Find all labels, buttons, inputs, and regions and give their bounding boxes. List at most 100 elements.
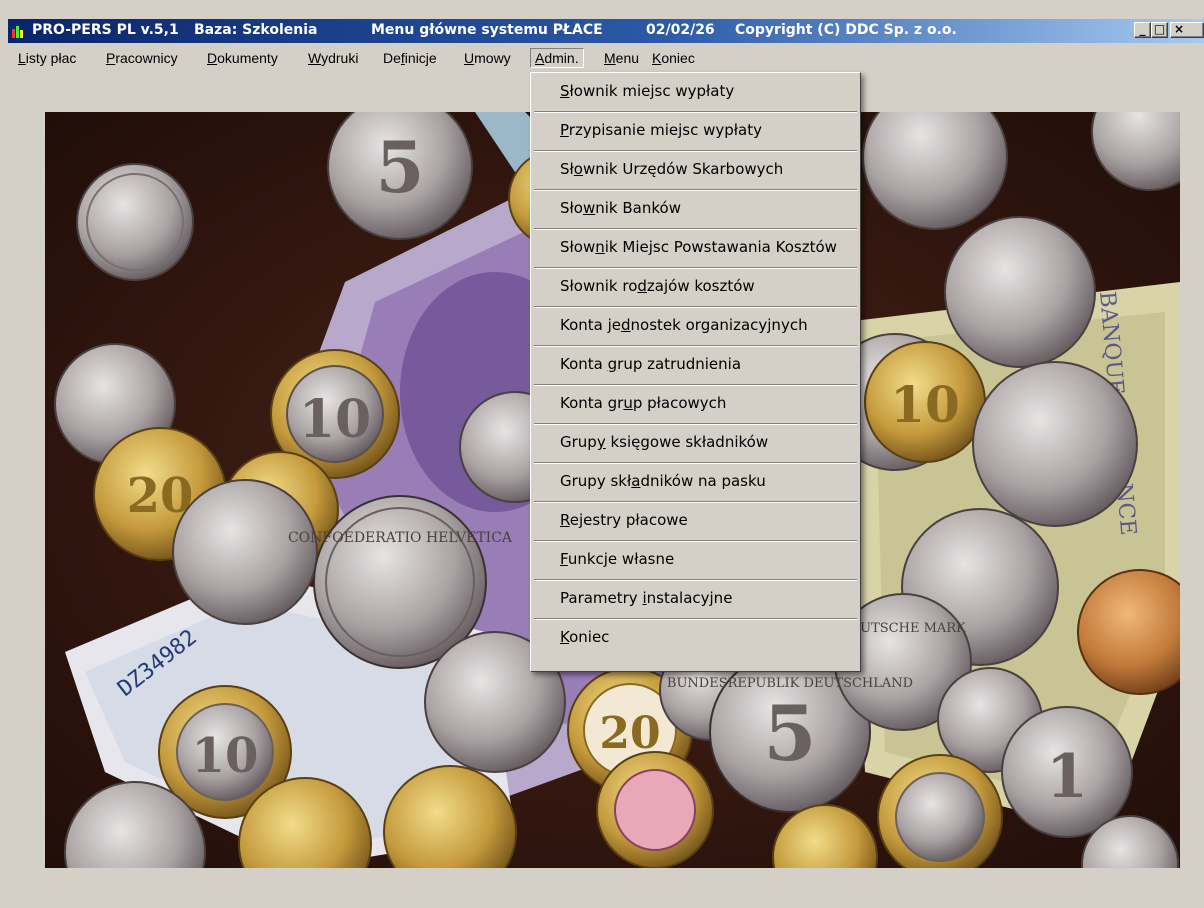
menu-label-suffix: inicje	[404, 50, 437, 66]
svg-text:10: 10	[192, 728, 259, 784]
copyright-text: Copyright (C) DDC Sp. z o.o.	[735, 22, 957, 38]
menu-menu[interactable]: Menu	[600, 48, 643, 68]
menu-accelerator: D	[207, 50, 218, 66]
svg-text:5: 5	[764, 689, 817, 778]
close-icon: ×	[1174, 22, 1185, 36]
option-label-suffix: wnik Urzędów Skarbowych	[582, 160, 784, 178]
option-label-suffix: rup zatrudnienia	[617, 355, 742, 373]
svg-text:5: 5	[376, 126, 425, 209]
option-accelerator: y	[596, 433, 606, 451]
menu-label-suffix: isty płac	[25, 50, 77, 66]
menu-option-slownik-urzedow-skarbowych[interactable]: Słownik Urzędów Skarbowych	[534, 151, 857, 188]
close-button[interactable]: ×	[1170, 22, 1204, 38]
option-label-suffix: księgowe składników	[605, 433, 769, 451]
option-label-suffix: ik Miejsc Powstawania Kosztów	[604, 238, 837, 256]
option-label-suffix: dników na pasku	[640, 472, 766, 490]
database-name: Baza: Szkolenia	[194, 22, 318, 38]
menu-option-slownik-mpk[interactable]: Słownik Miejsc Powstawania Kosztów	[534, 229, 857, 266]
menu-option-grupy-skladnikow-na-pasku[interactable]: Grupy składników na pasku	[534, 463, 857, 500]
option-accelerator: S	[560, 82, 570, 100]
application-window: PRO-PERS PL v.5,1 Baza: Szkolenia Menu g…	[0, 0, 1204, 908]
title-bar[interactable]: PRO-PERS PL v.5,1 Baza: Szkolenia Menu g…	[8, 19, 1204, 43]
option-label-suffix: zajów kosztów	[646, 277, 755, 295]
menu-koniec[interactable]: Koniec	[648, 48, 699, 68]
menu-pracownicy[interactable]: Pracownicy	[102, 48, 182, 68]
menu-option-rejestry-placowe[interactable]: Rejestry płacowe	[534, 502, 857, 539]
option-accelerator: d	[621, 316, 631, 334]
menu-accelerator: K	[652, 50, 662, 66]
menu-label-suffix: enu	[615, 50, 640, 66]
maximize-button[interactable]: □	[1151, 22, 1168, 38]
option-accelerator: g	[607, 355, 618, 373]
menu-label-suffix: ydruki	[321, 50, 359, 66]
option-accelerator: K	[560, 628, 570, 646]
option-accelerator: u	[623, 394, 633, 412]
app-icon	[12, 26, 23, 38]
menu-option-konta-grup-placowych[interactable]: Konta grup płacowych	[534, 385, 857, 422]
option-accelerator: w	[582, 199, 596, 217]
menu-option-koniec[interactable]: Koniec	[534, 619, 857, 656]
menu-accelerator: U	[464, 50, 475, 66]
menu-option-parametry-instalacyjne[interactable]: Parametry instalacyjne	[534, 580, 857, 617]
menu-option-slownik-bankow[interactable]: Słownik Banków	[534, 190, 857, 227]
menu-accelerator: M	[604, 50, 616, 66]
svg-text:10: 10	[299, 389, 371, 450]
window-subtitle: Menu główne systemu PŁACE	[371, 22, 603, 38]
menu-accelerator: L	[18, 50, 26, 66]
option-label-suffix: nik Banków	[595, 199, 681, 217]
minimize-icon: _	[1139, 22, 1146, 36]
option-label-prefix: Sło	[560, 199, 583, 217]
svg-text:10: 10	[890, 375, 960, 434]
menu-label-suffix: mowy	[474, 50, 511, 66]
option-label-suffix: łownik miejsc wypłaty	[569, 82, 735, 100]
svg-text:1: 1	[1046, 742, 1088, 812]
option-label-prefix: Konta je	[560, 316, 622, 334]
option-accelerator: d	[637, 277, 647, 295]
option-label-suffix: ejestry płacowe	[569, 511, 688, 529]
menu-label-suffix: dmin.	[544, 50, 579, 66]
menu-umowy[interactable]: Umowy	[460, 48, 515, 68]
menu-option-przypisanie-miejsc-wyplaty[interactable]: Przypisanie miejsc wypłaty	[534, 112, 857, 149]
menu-option-slownik-rodzajow-kosztow[interactable]: Słownik rodzajów kosztów	[534, 268, 857, 305]
option-label-prefix: Grupy skł	[560, 472, 632, 490]
current-date: 02/02/26	[646, 22, 715, 38]
option-label-prefix: Słownik ro	[560, 277, 638, 295]
option-accelerator: R	[560, 511, 570, 529]
minimize-button[interactable]: _	[1134, 22, 1151, 38]
option-label-suffix: nostek organizacyjnych	[630, 316, 808, 334]
admin-dropdown-menu: Słownik miejsc wypłaty Przypisanie miejs…	[530, 72, 861, 672]
option-label-prefix: Konta	[560, 355, 608, 373]
menu-accelerator: P	[106, 50, 116, 66]
menu-label-suffix: racownicy	[115, 50, 178, 66]
option-accelerator: F	[560, 550, 568, 568]
option-label-suffix: p płacowych	[632, 394, 727, 412]
menu-option-grupy-ksiegowe[interactable]: Grupy księgowe składników	[534, 424, 857, 461]
menu-listy-plac[interactable]: Listy płac	[14, 48, 80, 68]
option-accelerator: o	[573, 160, 583, 178]
menu-label-prefix: De	[383, 50, 401, 66]
menu-definicje[interactable]: Definicje	[379, 48, 441, 68]
option-label-prefix: Parametry	[560, 589, 643, 607]
option-label-suffix: nstalacyjne	[646, 589, 733, 607]
option-label-prefix: Słow	[560, 238, 596, 256]
menu-option-slownik-miejsc-wyplaty[interactable]: Słownik miejsc wypłaty	[534, 73, 857, 110]
menu-option-konta-jednostek[interactable]: Konta jednostek organizacyjnych	[534, 307, 857, 344]
option-label-prefix: Sł	[560, 160, 574, 178]
option-accelerator: n	[595, 238, 605, 256]
option-label-suffix: rzypisanie miejsc wypłaty	[568, 121, 762, 139]
menu-option-funkcje-wlasne[interactable]: Funkcje własne	[534, 541, 857, 578]
menu-accelerator: W	[308, 50, 322, 66]
menu-admin[interactable]: Admin.	[530, 48, 584, 68]
menu-option-konta-grup-zatrudnienia[interactable]: Konta grup zatrudnienia	[534, 346, 857, 383]
option-accelerator: P	[560, 121, 569, 139]
menu-bar: Listy płac Pracownicy Dokumenty Wydruki …	[8, 45, 1204, 71]
option-label-prefix: Konta gr	[560, 394, 624, 412]
app-name: PRO-PERS PL v.5,1	[32, 22, 179, 38]
menu-wydruki[interactable]: Wydruki	[304, 48, 362, 68]
option-label-prefix: Grup	[560, 433, 597, 451]
option-label-suffix: unkcje własne	[567, 550, 675, 568]
menu-label-suffix: oniec	[661, 50, 695, 66]
coin-inscription: CONFOEDERATIO HELVETICA	[288, 530, 513, 546]
menu-dokumenty[interactable]: Dokumenty	[203, 48, 282, 68]
menu-accelerator: A	[535, 50, 545, 66]
